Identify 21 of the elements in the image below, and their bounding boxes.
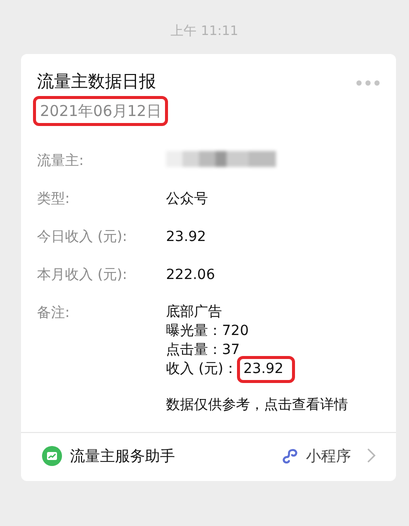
app-name[interactable]: 流量主服务助手 bbox=[70, 444, 175, 467]
remark-line: 收入 (元)： bbox=[166, 360, 238, 378]
remark-line: 点击量：37 bbox=[166, 340, 240, 360]
chart-icon bbox=[42, 446, 62, 466]
more-icon[interactable] bbox=[356, 80, 380, 86]
chevron-icon[interactable] bbox=[367, 448, 376, 464]
field-label: 本月收入 (元): bbox=[37, 266, 128, 284]
field-value: 公众号 bbox=[166, 190, 208, 208]
card-title: 流量主数据日报 bbox=[37, 71, 156, 94]
field-label: 备注: bbox=[37, 304, 71, 322]
field-label: 流量主: bbox=[37, 152, 85, 170]
remark-line: 曝光量：720 bbox=[166, 322, 249, 340]
remark-line: 底部广告 bbox=[166, 302, 222, 322]
timestamp: 上午 11:11 bbox=[170, 23, 240, 41]
field-value: 222.06 bbox=[166, 266, 215, 284]
mini-program-label: 小程序 bbox=[306, 446, 351, 466]
field-value: 23.92 bbox=[166, 228, 206, 246]
field-label: 今日收入 (元): bbox=[37, 228, 128, 246]
note-text: 数据仅供参考，点击查看详情 bbox=[166, 396, 349, 414]
field-label: 类型: bbox=[37, 190, 71, 208]
mini-program-icon bbox=[282, 448, 298, 464]
